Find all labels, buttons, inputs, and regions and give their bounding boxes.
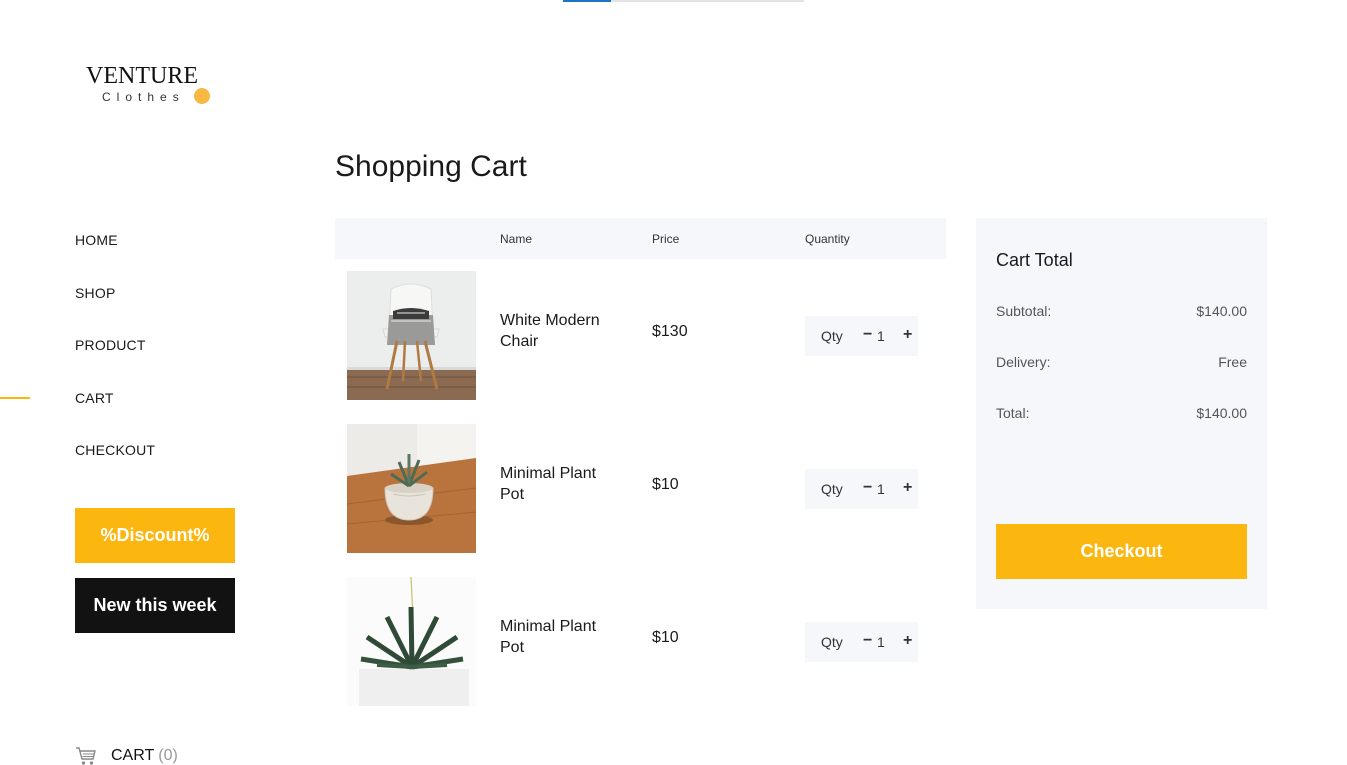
- quantity-stepper: Qty − 1 +: [805, 316, 918, 356]
- cart-icon: [76, 747, 96, 765]
- header-quantity: Quantity: [805, 232, 850, 246]
- subtotal-row: Subtotal: $140.00: [996, 303, 1247, 319]
- cart-total-title: Cart Total: [996, 250, 1073, 270]
- header-price: Price: [652, 232, 680, 246]
- qty-label: Qty: [821, 481, 843, 497]
- qty-value[interactable]: 1: [877, 634, 885, 650]
- table-row: Minimal Plant Pot $10 Qty − 1 +: [335, 412, 946, 565]
- nav-item-shop[interactable]: SHOP: [75, 285, 155, 338]
- top-progress-fill: [563, 0, 612, 2]
- table-row: White Modern Chair $130 Qty − 1 +: [335, 259, 946, 412]
- product-price: $130: [652, 323, 688, 340]
- minus-icon[interactable]: −: [863, 479, 872, 497]
- discount-button[interactable]: %Discount%: [75, 508, 235, 563]
- logo[interactable]: VENTURE Clothes: [86, 64, 216, 114]
- product-name[interactable]: White Modern Chair: [500, 310, 620, 352]
- product-price: $10: [652, 476, 679, 493]
- nav-item-checkout[interactable]: CHECKOUT: [75, 442, 155, 495]
- plant-pot-image[interactable]: [347, 424, 476, 553]
- total-label: Total:: [996, 405, 1030, 421]
- chair-image[interactable]: [347, 271, 476, 400]
- qty-value[interactable]: 1: [877, 481, 885, 497]
- total-value: $140.00: [1196, 405, 1247, 421]
- delivery-label: Delivery:: [996, 354, 1051, 370]
- logo-brand: VENTURE: [86, 63, 198, 89]
- minus-icon[interactable]: −: [863, 632, 872, 650]
- cart-count: (0): [158, 747, 178, 764]
- qty-value[interactable]: 1: [877, 328, 885, 344]
- succulent-image[interactable]: [347, 577, 476, 706]
- cart-table: Name Price Quantity White Modern Chair $…: [335, 218, 946, 718]
- top-progress-bar: [563, 0, 804, 2]
- nav-item-home[interactable]: HOME: [75, 232, 155, 285]
- sidebar-nav: HOME SHOP PRODUCT CART CHECKOUT: [0, 232, 155, 495]
- cart-total-panel: Cart Total Subtotal: $140.00 Delivery: F…: [976, 218, 1267, 609]
- plus-icon[interactable]: +: [903, 632, 912, 650]
- quantity-stepper: Qty − 1 +: [805, 622, 918, 662]
- product-price: $10: [652, 629, 679, 646]
- delivery-row: Delivery: Free: [996, 354, 1247, 370]
- nav-item-product[interactable]: PRODUCT: [75, 337, 155, 390]
- delivery-value: Free: [1218, 354, 1247, 370]
- page-title: Shopping Cart: [335, 150, 527, 183]
- plus-icon[interactable]: +: [903, 326, 912, 344]
- plus-icon[interactable]: +: [903, 479, 912, 497]
- product-name[interactable]: Minimal Plant Pot: [500, 463, 620, 505]
- total-row: Total: $140.00: [996, 405, 1247, 421]
- subtotal-value: $140.00: [1196, 303, 1247, 319]
- nav-item-cart[interactable]: CART: [0, 390, 155, 443]
- table-row: Minimal Plant Pot $10 Qty − 1 +: [335, 565, 946, 718]
- minus-icon[interactable]: −: [863, 326, 872, 344]
- logo-dot: [194, 88, 210, 104]
- table-header: Name Price Quantity: [335, 218, 946, 259]
- quantity-stepper: Qty − 1 +: [805, 469, 918, 509]
- sidebar-cart-link[interactable]: CART (0): [75, 746, 178, 765]
- checkout-button[interactable]: Checkout: [996, 524, 1247, 579]
- qty-label: Qty: [821, 634, 843, 650]
- subtotal-label: Subtotal:: [996, 303, 1052, 319]
- product-name[interactable]: Minimal Plant Pot: [500, 616, 620, 658]
- cart-link-label: CART: [111, 747, 155, 764]
- qty-label: Qty: [821, 328, 843, 344]
- new-this-week-button[interactable]: New this week: [75, 578, 235, 633]
- header-name: Name: [500, 232, 533, 246]
